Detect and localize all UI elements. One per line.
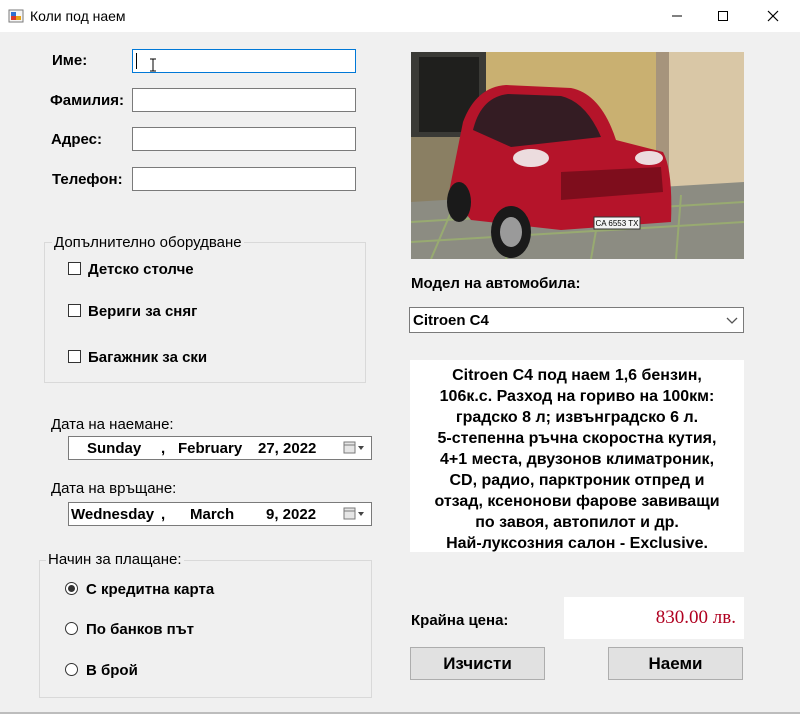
last-name-field[interactable] (132, 88, 356, 112)
first-name-label: Име: (52, 52, 88, 69)
calendar-dropdown-icon[interactable] (343, 441, 367, 455)
close-icon (767, 10, 779, 22)
return-date-picker[interactable]: Wednesday , March 9, 2022 (68, 502, 372, 526)
description-line: градско 8 л; извънградско 6 л. (455, 409, 699, 426)
description-line: по завоя, автопилот и др. (475, 514, 679, 531)
checkbox-box[interactable] (68, 262, 81, 275)
description-line: Най-луксозния салон - Exclusive. (446, 535, 708, 552)
minimize-icon (672, 15, 682, 17)
phone-field[interactable] (132, 167, 356, 191)
price-box: 830.00 лв. (564, 597, 744, 639)
svg-text:CA 6553 TX: CA 6553 TX (596, 219, 640, 228)
price-label: Крайна цена: (411, 612, 509, 629)
clear-button[interactable]: Изчисти (410, 647, 545, 680)
window-title: Коли под наем (30, 8, 126, 24)
extras-group-title: Допълнително оборудване (52, 234, 244, 251)
radio-button[interactable] (65, 622, 78, 635)
address-label: Адрес: (51, 131, 102, 148)
chevron-down-icon (726, 317, 738, 324)
description-line: Citroen C4 под наем 1,6 бензин, (452, 367, 702, 384)
description-line: 5-степенна ръчна скоростна кутия, (437, 430, 717, 447)
app-icon (8, 9, 24, 23)
car-description: Citroen C4 под наем 1,6 бензин, 106к.с. … (410, 360, 744, 552)
calendar-dropdown-icon[interactable] (343, 507, 367, 521)
model-combobox[interactable]: Citroen C4 (409, 307, 744, 333)
checkbox-box[interactable] (68, 304, 81, 317)
rental-date-label: Дата на наемане: (51, 416, 174, 433)
model-label: Модел на автомобила: (411, 275, 581, 292)
title-bar: Коли под наем (0, 0, 800, 32)
phone-label: Телефон: (52, 171, 123, 188)
radio-button[interactable] (65, 663, 78, 676)
last-name-label: Фамилия: (50, 92, 124, 109)
payment-group-title: Начин за плащане: (46, 551, 184, 568)
rent-button[interactable]: Наеми (608, 647, 743, 680)
text-caret (136, 53, 137, 69)
return-date-label: Дата на връщане: (51, 480, 177, 497)
rental-date-picker[interactable]: Sunday , February 27, 2022 (68, 436, 372, 460)
minimize-button[interactable] (654, 0, 700, 32)
model-selected: Citroen C4 (413, 312, 489, 329)
radio-button[interactable] (65, 582, 78, 595)
close-button[interactable] (750, 0, 796, 32)
price-value: 830.00 лв. (655, 607, 736, 628)
maximize-icon (718, 11, 728, 21)
checkbox-box[interactable] (68, 350, 81, 363)
address-field[interactable] (132, 127, 356, 151)
maximize-button[interactable] (700, 0, 746, 32)
description-line: отзад, ксенонови фарове завиващи (434, 493, 720, 510)
description-line: 4+1 места, двузонов климатроник, (439, 451, 715, 468)
car-photo: CA 6553 TX (411, 52, 744, 259)
description-line: CD, радио, парктроник отпред и (449, 472, 705, 489)
ibeam-cursor-icon (150, 58, 156, 72)
description-line: 106к.с. Разход на гориво на 100км: (439, 388, 715, 405)
first-name-field[interactable] (132, 49, 356, 73)
